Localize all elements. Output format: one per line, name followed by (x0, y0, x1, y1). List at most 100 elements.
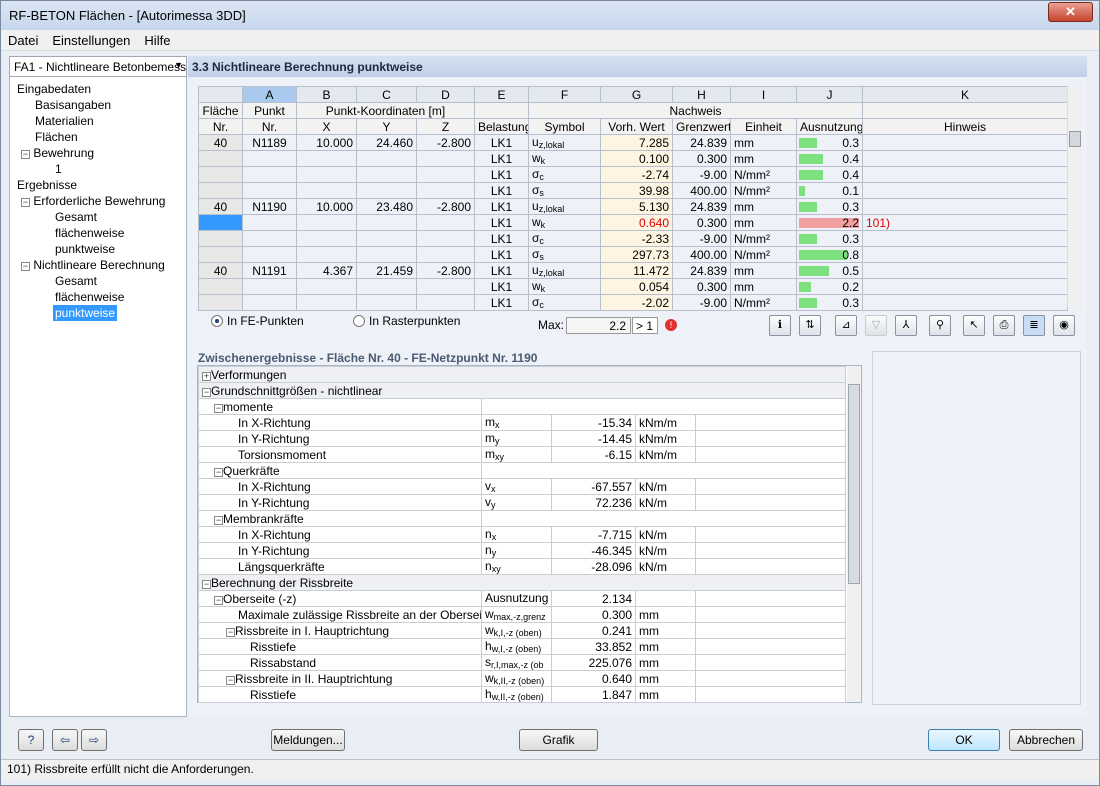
print-icon[interactable]: ⎙ (993, 315, 1015, 336)
cell-punkt[interactable] (242, 150, 297, 167)
cell-ausnutzung[interactable]: 2.2 (796, 214, 863, 231)
cell-x[interactable] (296, 294, 357, 311)
cell-belastung[interactable]: LK1 (474, 166, 529, 183)
funnel-icon[interactable]: ▽ (865, 315, 887, 336)
meldungen-button[interactable]: Meldungen... (271, 729, 345, 751)
cell-x[interactable]: 10.000 (296, 134, 357, 151)
cell-belastung[interactable]: LK1 (474, 214, 529, 231)
cell-vorh[interactable]: 297.73 (600, 246, 673, 263)
cell-punkt[interactable] (242, 230, 297, 247)
cell-x[interactable] (296, 166, 357, 183)
tree-item-nl-punktweise[interactable]: punktweise (53, 305, 118, 321)
cell-punkt[interactable] (242, 246, 297, 263)
tree-row[interactable]: − momente (198, 398, 847, 415)
collapse-icon[interactable]: − (21, 150, 30, 159)
cell-vorh[interactable]: -2.33 (600, 230, 673, 247)
cell-einheit[interactable]: N/mm² (730, 246, 797, 263)
cell-vorh[interactable]: -2.02 (600, 294, 673, 311)
cell-y[interactable] (356, 214, 417, 231)
cell-y[interactable]: 23.480 (356, 198, 417, 215)
tree-row[interactable]: Risstiefe hw,II,-z (oben) 1.847 mm (198, 686, 847, 703)
cell-z[interactable] (416, 246, 475, 263)
table-row[interactable]: 40 N1189 10.000 24.460 -2.800 LK1 uz,lokal 7.28… (198, 134, 1068, 151)
cell-einheit[interactable]: N/mm² (730, 166, 797, 183)
menu-datei[interactable]: Datei (1, 30, 45, 48)
cell-belastung[interactable]: LK1 (474, 230, 529, 247)
collapse-icon[interactable]: − (214, 595, 223, 605)
col-e[interactable]: E (474, 86, 529, 103)
row-header[interactable]: 40 (198, 198, 243, 215)
cell-z[interactable] (416, 230, 475, 247)
cell-grenz[interactable]: 24.839 (672, 134, 731, 151)
cell-symbol[interactable]: σc (528, 230, 601, 247)
cell-punkt[interactable]: N1189 (242, 134, 297, 151)
tree-row[interactable]: In Y-Richtung vy 72.236 kN/m (198, 494, 847, 511)
info-icon[interactable]: ℹ (769, 315, 791, 336)
relative-icon[interactable]: ⅄ (895, 315, 917, 336)
cell-vorh[interactable]: 39.98 (600, 182, 673, 199)
cell-einheit[interactable]: mm (730, 278, 797, 295)
cell-ausnutzung[interactable]: 0.4 (796, 166, 863, 183)
cell-y[interactable] (356, 278, 417, 295)
option-fe-points[interactable]: In FE-Punkten (211, 314, 304, 336)
cell-symbol[interactable]: σc (528, 166, 601, 183)
scrollbar-thumb[interactable] (1069, 131, 1081, 147)
cell-symbol[interactable]: σc (528, 294, 601, 311)
intermediate-scrollbar[interactable] (847, 366, 861, 702)
cell-x[interactable] (296, 246, 357, 263)
cell-einheit[interactable]: N/mm² (730, 230, 797, 247)
row-header[interactable] (198, 230, 243, 247)
columns-icon[interactable]: ≣ (1023, 315, 1045, 336)
tree-item-erforderliche-bewehrung[interactable]: − Erforderliche Bewehrung (21, 193, 165, 209)
radio-off-icon[interactable] (353, 315, 365, 327)
sort-icon[interactable]: ⇅ (799, 315, 821, 336)
cell-y[interactable] (356, 150, 417, 167)
tree-row[interactable]: Torsionsmoment mxy -6.15 kNm/m (198, 446, 847, 463)
case-select[interactable]: FA1 - Nichtlineare Betonbemess ▼ (9, 56, 187, 77)
tree-row[interactable]: In Y-Richtung my -14.45 kNm/m (198, 430, 847, 447)
cell-z[interactable] (416, 214, 475, 231)
col-i[interactable]: I (730, 86, 797, 103)
collapse-icon[interactable]: − (21, 198, 30, 207)
help-icon[interactable]: ? (18, 729, 44, 751)
tree-item-gesamt[interactable]: Gesamt (55, 209, 97, 225)
option-raster-points[interactable]: In Rasterpunkten (353, 314, 460, 336)
scrollbar-thumb[interactable] (848, 384, 860, 584)
cell-ausnutzung[interactable]: 0.2 (796, 278, 863, 295)
collapse-icon[interactable]: − (226, 627, 235, 637)
eye-icon[interactable]: ◉ (1053, 315, 1075, 336)
tree-item-nichtlineare-berechnung[interactable]: − Nichtlineare Berechnung (21, 257, 165, 273)
cell-vorh[interactable]: 5.130 (600, 198, 673, 215)
collapse-icon[interactable]: − (214, 467, 223, 477)
cell-z[interactable] (416, 182, 475, 199)
radio-on-icon[interactable] (211, 315, 223, 327)
cell-belastung[interactable]: LK1 (474, 246, 529, 263)
menu-hilfe[interactable]: Hilfe (137, 30, 177, 48)
cell-grenz[interactable]: 0.300 (672, 278, 731, 295)
tree-row[interactable]: − Membrankräfte (198, 510, 847, 527)
cell-symbol[interactable]: wk (528, 278, 601, 295)
row-header[interactable] (198, 246, 243, 263)
cell-hinweis[interactable] (862, 166, 1068, 183)
cell-einheit[interactable]: mm (730, 214, 797, 231)
row-header[interactable]: 40 (198, 262, 243, 279)
cell-hinweis[interactable] (862, 198, 1068, 215)
cell-grenz[interactable]: 0.300 (672, 150, 731, 167)
cell-punkt[interactable] (242, 294, 297, 311)
cell-belastung[interactable]: LK1 (474, 278, 529, 295)
tree-item-bewehrung[interactable]: − Bewehrung (21, 145, 94, 161)
cell-hinweis[interactable] (862, 278, 1068, 295)
filter-icon[interactable]: ⊿ (835, 315, 857, 336)
cell-hinweis[interactable] (862, 150, 1068, 167)
table-row[interactable]: LK1 wk 0.640 0.300 mm 2.2 101) (198, 214, 1068, 231)
cell-x[interactable]: 4.367 (296, 262, 357, 279)
tree-row[interactable]: − Rissbreite in I. Hauptrichtung wk,I,-z (… (198, 622, 847, 639)
tree-row[interactable]: Längsquerkräfte nxy -28.096 kN/m (198, 558, 847, 575)
cell-z[interactable]: -2.800 (416, 198, 475, 215)
cell-ausnutzung[interactable]: 0.5 (796, 262, 863, 279)
cell-grenz[interactable]: 400.00 (672, 246, 731, 263)
cell-ausnutzung[interactable]: 0.8 (796, 246, 863, 263)
cell-belastung[interactable]: LK1 (474, 150, 529, 167)
cell-z[interactable] (416, 278, 475, 295)
tree-item-eingabedaten[interactable]: Eingabedaten (17, 81, 91, 97)
